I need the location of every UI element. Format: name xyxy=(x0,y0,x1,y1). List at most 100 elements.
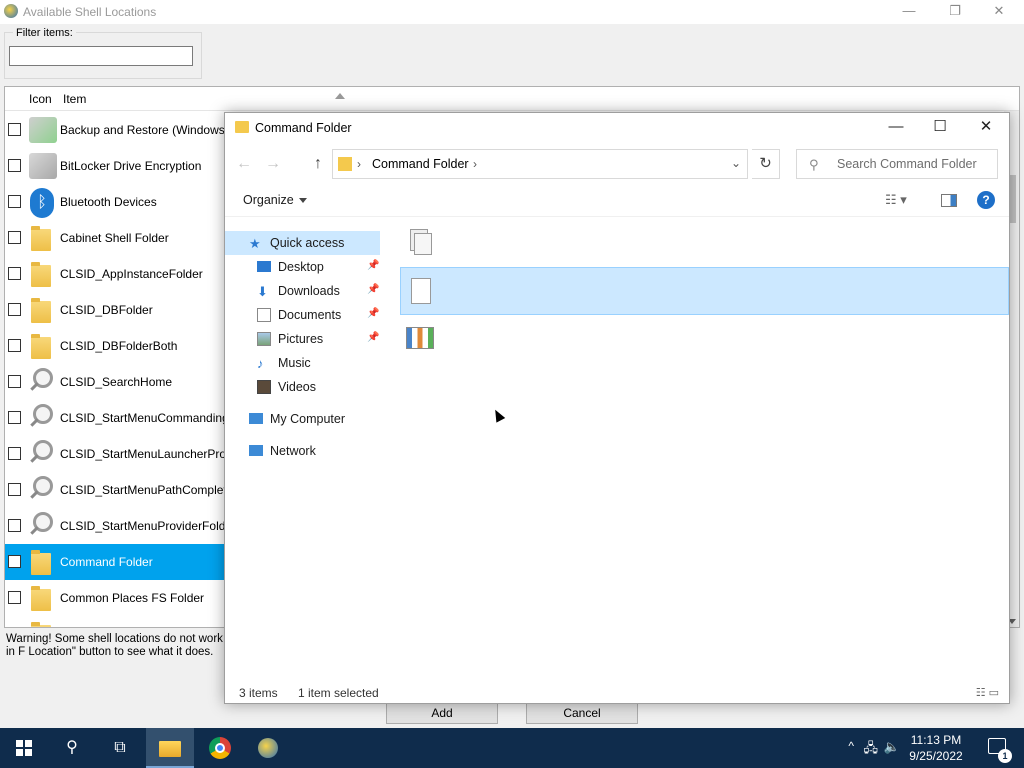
stacked-pages-icon xyxy=(406,227,434,257)
add-button[interactable]: Add xyxy=(386,702,498,724)
chevron-down-icon[interactable]: ⌄ xyxy=(731,156,741,170)
nav-item-pictures[interactable]: Pictures 📌 xyxy=(225,327,380,351)
sort-ascending-icon xyxy=(335,93,345,99)
refresh-button[interactable]: ↻ xyxy=(752,149,780,179)
pin-icon[interactable]: 📌 xyxy=(367,308,379,319)
star-icon: ★ xyxy=(249,236,261,251)
address-folder-icon xyxy=(338,157,352,171)
search-input[interactable]: ⚲ Search Command Folder xyxy=(796,149,998,179)
up-arrow-icon[interactable]: ↑ xyxy=(307,153,329,175)
file-item[interactable] xyxy=(400,315,1009,363)
cancel-button[interactable]: Cancel xyxy=(526,702,638,724)
close-button[interactable]: ✕ xyxy=(976,0,1022,24)
pin-icon[interactable]: 📌 xyxy=(367,284,379,295)
nav-item-label: My Computer xyxy=(270,412,346,426)
row-label: CLSID_StartMenuProviderFolder xyxy=(60,519,237,533)
selection-count: 1 item selected xyxy=(298,686,379,700)
download-icon: ⬇ xyxy=(257,284,268,299)
row-label: CLSID_DBFolderBoth xyxy=(60,339,178,353)
shell-locations-icon[interactable] xyxy=(244,728,292,768)
file-item[interactable] xyxy=(400,267,1009,315)
folder-icon xyxy=(235,121,249,133)
row-checkbox[interactable] xyxy=(8,375,21,388)
preview-pane-icon[interactable] xyxy=(941,194,957,207)
filter-input[interactable] xyxy=(9,46,193,66)
nav-item-label: Desktop xyxy=(278,260,324,274)
nav-item-label: Music xyxy=(278,356,311,370)
row-checkbox[interactable] xyxy=(8,267,21,280)
bg-titlebar: Available Shell Locations — ❐ ✕ xyxy=(0,0,1024,24)
folder-icon xyxy=(27,223,57,253)
column-header-icon[interactable]: Icon xyxy=(29,92,52,106)
row-label: CLSID_SearchHome xyxy=(60,375,173,389)
nav-item-documents[interactable]: Documents 📌 xyxy=(225,303,380,327)
task-view-icon[interactable]: ⧉ xyxy=(96,728,144,768)
document-icon xyxy=(257,308,271,322)
chrome-icon[interactable] xyxy=(196,728,244,768)
pin-icon[interactable]: 📌 xyxy=(367,332,379,343)
pin-icon[interactable]: 📌 xyxy=(367,260,379,271)
row-label: CLSID_StartMenuLauncherProvide xyxy=(60,447,249,461)
folder-icon xyxy=(27,295,57,325)
chevron-up-icon[interactable]: ^ xyxy=(848,739,854,753)
command-folder-explorer-window: Command Folder — ☐ ✕ ← → ↑ › Command Fol… xyxy=(224,112,1010,704)
taskbar-search-icon[interactable]: ⚲ xyxy=(48,728,96,768)
computer-icon xyxy=(249,413,263,424)
windows-logo-icon xyxy=(16,740,32,756)
navigation-bar: ← → ↑ › Command Folder › ⌄ ↻ ⚲ Search Co… xyxy=(225,147,1009,181)
network-icon[interactable]: 🖧 xyxy=(864,739,879,761)
back-arrow-icon[interactable]: ← xyxy=(233,153,255,175)
row-checkbox[interactable] xyxy=(8,123,21,136)
folder-icon xyxy=(27,259,57,289)
row-checkbox[interactable] xyxy=(8,519,21,532)
column-header-item[interactable]: Item xyxy=(63,92,86,106)
view-options-button[interactable]: ☷ ▾ xyxy=(885,192,927,210)
row-checkbox[interactable] xyxy=(8,195,21,208)
search-placeholder: Search Command Folder xyxy=(837,157,977,171)
restore-button[interactable]: ❐ xyxy=(932,0,978,24)
taskbar: ⚲ ⧉ ^ 🖧 🔈 11:13 PM 9/25/2022 1 xyxy=(0,728,1024,768)
file-list[interactable] xyxy=(400,219,1009,679)
filter-group: Filter items: xyxy=(4,27,202,79)
magnifier-icon xyxy=(27,511,57,541)
explorer-minimize-button[interactable]: — xyxy=(873,113,919,143)
row-checkbox[interactable] xyxy=(8,555,21,568)
nav-item-network[interactable]: Network xyxy=(225,439,380,463)
volume-icon[interactable]: 🔈 xyxy=(884,739,900,755)
clock[interactable]: 11:13 PM 9/25/2022 xyxy=(906,732,966,764)
nav-item-videos[interactable]: Videos xyxy=(225,375,380,399)
file-item[interactable] xyxy=(400,219,1009,267)
explorer-close-button[interactable]: ✕ xyxy=(963,113,1009,143)
explorer-maximize-button[interactable]: ☐ xyxy=(917,113,963,143)
forward-arrow-icon[interactable]: → xyxy=(262,153,284,175)
file-explorer-icon[interactable] xyxy=(146,728,194,768)
row-checkbox[interactable] xyxy=(8,627,21,628)
address-bar[interactable]: › Command Folder › ⌄ xyxy=(332,149,748,179)
row-checkbox[interactable] xyxy=(8,303,21,316)
chevron-right-icon[interactable]: › xyxy=(473,157,477,171)
nav-item-downloads[interactable]: ⬇ Downloads 📌 xyxy=(225,279,380,303)
row-checkbox[interactable] xyxy=(8,483,21,496)
music-icon: ♪ xyxy=(257,356,264,371)
view-toggle-icons[interactable]: ☷ ▭ xyxy=(976,686,999,699)
row-checkbox[interactable] xyxy=(8,591,21,604)
magnifier-icon xyxy=(27,439,57,469)
help-icon[interactable]: ? xyxy=(977,191,995,209)
bluetooth-icon: ᛒ xyxy=(27,187,57,218)
chevron-right-icon[interactable]: › xyxy=(357,157,361,171)
minimize-button[interactable]: — xyxy=(886,0,932,24)
nav-item-label: Documents xyxy=(278,308,342,322)
video-icon xyxy=(257,380,271,394)
row-checkbox[interactable] xyxy=(8,159,21,172)
nav-item-music[interactable]: ♪ Music xyxy=(225,351,380,375)
nav-item-desktop[interactable]: Desktop 📌 xyxy=(225,255,380,279)
row-checkbox[interactable] xyxy=(8,231,21,244)
organize-button[interactable]: Organize xyxy=(243,193,307,207)
nav-item-my-computer[interactable]: My Computer xyxy=(225,407,380,431)
nav-item-quick-access[interactable]: ★ Quick access xyxy=(225,231,380,255)
address-path[interactable]: Command Folder xyxy=(372,157,469,171)
row-checkbox[interactable] xyxy=(8,447,21,460)
row-checkbox[interactable] xyxy=(8,411,21,424)
start-button[interactable] xyxy=(0,728,48,768)
row-checkbox[interactable] xyxy=(8,339,21,352)
